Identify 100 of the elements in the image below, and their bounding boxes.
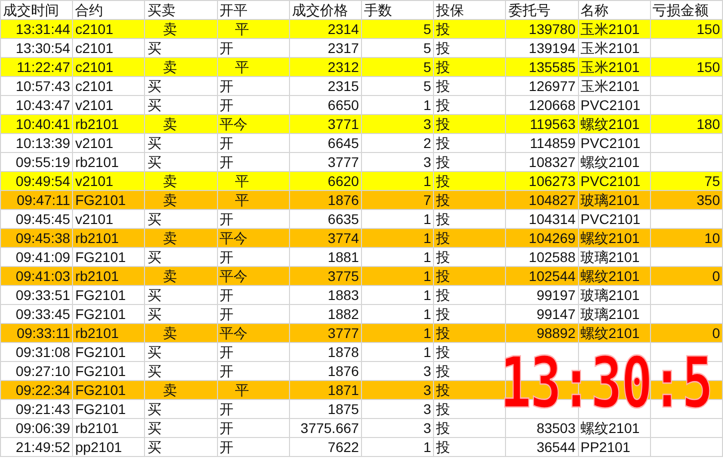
column-header: 合约 — [72, 0, 145, 20]
table-cell: 10:13:39 — [16, 135, 70, 151]
table-cell: FG2101 — [75, 382, 126, 398]
table-cell: 3 — [423, 420, 432, 436]
table-cell: 开 — [220, 40, 234, 56]
table-cell: 0 — [712, 268, 720, 284]
table-cell: 2315 — [328, 78, 359, 94]
table-cell: 1 — [423, 230, 432, 246]
table-cell: 1 — [423, 344, 432, 360]
table-cell: PVC2101 — [580, 211, 640, 227]
table-cell: 83503 — [536, 420, 576, 436]
table-cell: 09:33:51 — [16, 287, 70, 303]
table-cell: c2101 — [75, 40, 114, 56]
table-cell: 投 — [436, 173, 450, 189]
table-cell: 3777 — [328, 325, 359, 341]
column-header: 开平 — [217, 0, 290, 20]
table-cell: 买 — [147, 420, 162, 436]
table-cell: 螺纹2101 — [580, 230, 640, 246]
table-cell: 买 — [147, 78, 162, 94]
table-cell: 09:33:45 — [16, 306, 70, 322]
table-cell-text: 卖 — [162, 173, 177, 189]
table-cell: 5 — [423, 40, 432, 56]
table-cell: 1 — [423, 306, 432, 322]
table-cell: 螺纹2101 — [580, 116, 640, 132]
table-cell: 开 — [220, 154, 234, 170]
table-cell: 开 — [220, 420, 234, 436]
table-cell: 1 — [423, 211, 432, 227]
table-cell: 3 — [423, 401, 432, 417]
table-cell: 114859 — [530, 135, 576, 151]
table-cell: 09:06:39 — [16, 420, 70, 436]
table-cell: 21:49:52 — [16, 439, 70, 455]
table-cell: 36544 — [536, 439, 576, 455]
table-cell: 1883 — [328, 287, 359, 303]
table-cell: 104827 — [528, 192, 576, 208]
table-cell: 99197 — [536, 287, 576, 303]
table-cell: 投 — [436, 401, 450, 417]
table-cell: 7622 — [328, 439, 359, 455]
table-cell: 126977 — [528, 78, 576, 94]
table-cell: FG2101 — [75, 192, 126, 208]
table-cell: 买 — [147, 135, 162, 151]
table-cell-text: 平 — [234, 382, 250, 398]
table-cell: 3777 — [328, 154, 359, 170]
table-cell: 120668 — [528, 97, 576, 113]
table-cell: 6635 — [328, 211, 359, 227]
table-cell: 玻璃2101 — [580, 287, 640, 303]
table-cell: FG2101 — [75, 401, 126, 417]
table-cell: 1 — [423, 97, 432, 113]
table-cell: 1 — [423, 325, 432, 341]
table-cell-text: 平 — [234, 173, 250, 189]
table-cell: 1878 — [328, 344, 359, 360]
table-cell: 6650 — [328, 97, 359, 113]
table-cell: rb2101 — [75, 230, 119, 246]
table-cell: 135585 — [528, 59, 576, 75]
table-cell: 13:30:54 — [16, 40, 70, 56]
table-cell: 09:55:19 — [16, 154, 70, 170]
table-cell: 玻璃2101 — [580, 306, 640, 322]
table-cell: 139780 — [528, 21, 576, 37]
table-cell: c2101 — [75, 21, 114, 37]
table-cell: 09:49:54 — [16, 173, 70, 189]
table-cell: 买 — [147, 439, 162, 455]
table-cell: 6620 — [328, 173, 359, 189]
table-cell: 350 — [696, 192, 720, 208]
table-cell: rb2101 — [75, 116, 119, 132]
table-cell: FG2101 — [75, 287, 126, 303]
table-cell: 75 — [704, 173, 720, 189]
table-cell: 投 — [436, 325, 450, 341]
table-cell: 5 — [423, 78, 432, 94]
table-cell: 3 — [423, 154, 432, 170]
table-cell-text: 平 — [234, 21, 250, 37]
table-cell: 98892 — [536, 325, 576, 341]
table-cell: 买 — [147, 306, 162, 322]
table-cell: 150 — [696, 59, 720, 75]
table-cell: 买 — [147, 97, 162, 113]
table-cell: rb2101 — [75, 325, 119, 341]
table-cell: 平今 — [220, 230, 248, 246]
table-cell: 玉米2101 — [580, 21, 640, 37]
table-cell: 1881 — [328, 249, 359, 265]
table-cell: 平今 — [220, 268, 248, 284]
table-cell: 1 — [423, 287, 432, 303]
table-cell: 平今 — [220, 116, 248, 132]
table-cell: 10:43:47 — [16, 97, 70, 113]
column-header: 手数 — [361, 0, 434, 20]
table-cell-text: 卖 — [162, 268, 177, 284]
table-cell: v2101 — [75, 135, 114, 151]
column-header: 成交价格 — [289, 0, 362, 20]
table-cell: 180 — [696, 116, 720, 132]
table-cell: v2101 — [75, 211, 114, 227]
table-cell: 买 — [147, 154, 162, 170]
table-cell-text: 平 — [234, 59, 250, 75]
table-cell: 买 — [147, 363, 162, 379]
table-cell: 投 — [436, 78, 450, 94]
table-cell: 09:45:38 — [16, 230, 70, 246]
table-cell: 投 — [436, 363, 450, 379]
table-cell: 108327 — [528, 154, 576, 170]
table-cell: 3775.667 — [300, 420, 359, 436]
table-cell: 5 — [423, 21, 432, 37]
table-cell: 开 — [220, 211, 234, 227]
table-cell: 买 — [147, 344, 162, 360]
table-cell: 投 — [436, 268, 450, 284]
table-cell: 投 — [436, 116, 450, 132]
